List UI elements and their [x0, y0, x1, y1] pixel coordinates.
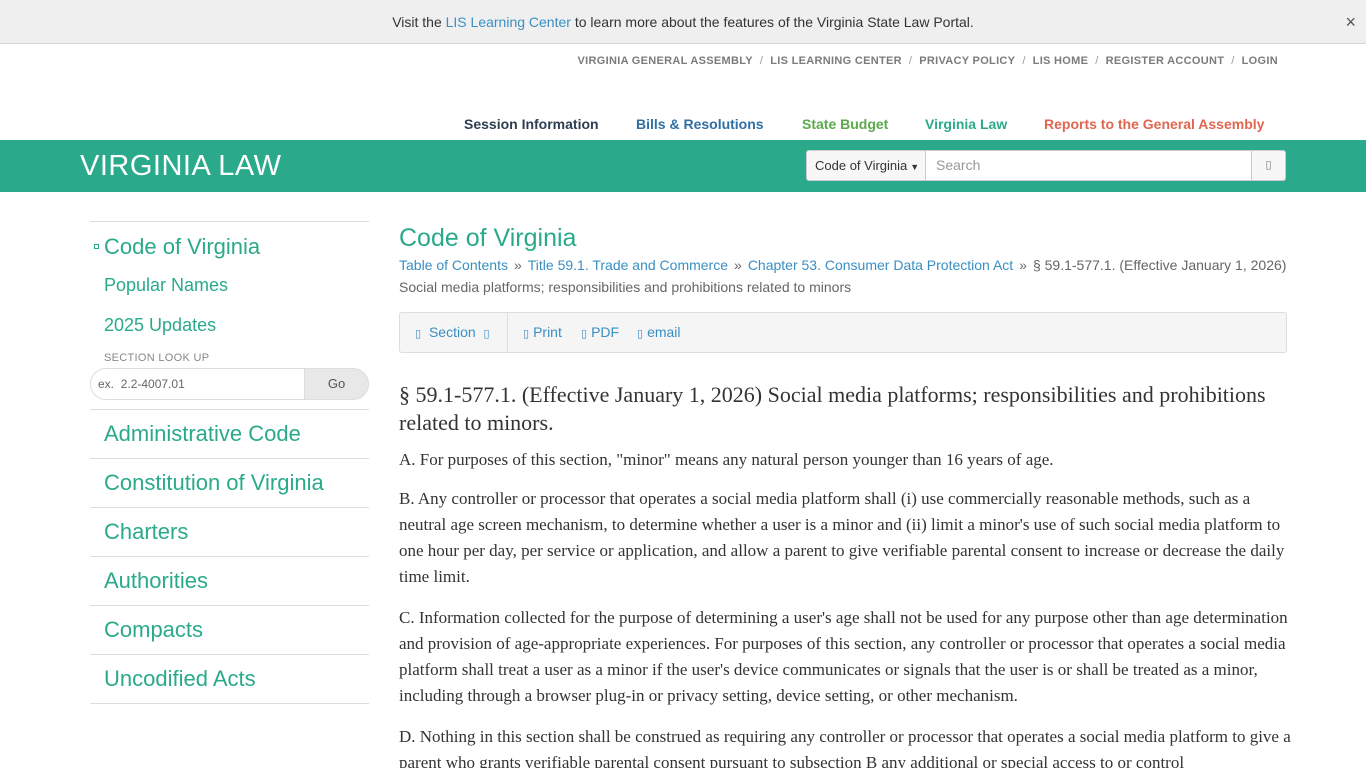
pdf-icon: ▯: [581, 328, 588, 340]
site-header: VIRGINIA LAW Code of Virginia ▼ Search ▯: [0, 140, 1366, 192]
email-button[interactable]: ▯ email: [637, 313, 681, 354]
email-icon: ▯: [637, 328, 644, 340]
sidebar-item-code-of-virginia[interactable]: Code of Virginia: [90, 222, 369, 270]
page-title: Code of Virginia: [399, 224, 577, 252]
search-input[interactable]: Search: [926, 150, 1252, 181]
sidebar-item-popular-names[interactable]: Popular Names: [90, 270, 369, 310]
breadcrumb-chapter-53[interactable]: Chapter 53. Consumer Data Protection Act: [748, 257, 1013, 273]
sidebar-item-administrative-code[interactable]: Administrative Code: [90, 410, 369, 459]
code-list: Administrative Code Constitution of Virg…: [90, 409, 369, 704]
section-title: § 59.1-577.1. (Effective January 1, 2026…: [399, 382, 1266, 435]
lis-learning-center-link[interactable]: LIS Learning Center: [446, 14, 571, 30]
utility-link-general-assembly[interactable]: VIRGINIA GENERAL ASSEMBLY: [578, 55, 753, 67]
sidebar: Code of Virginia Popular Names 2025 Upda…: [90, 221, 369, 704]
section-toolbar: ▯ Section ▯ ▯ Print ▯ PDF ▯ email: [399, 312, 1287, 353]
pdf-button[interactable]: ▯ PDF: [581, 313, 619, 354]
utility-link-register[interactable]: REGISTER ACCOUNT: [1106, 55, 1225, 67]
utility-link-login[interactable]: LOGIN: [1242, 55, 1278, 67]
section-lookup-title: SECTION LOOK UP: [104, 352, 210, 364]
print-icon: ▯: [523, 328, 530, 340]
breadcrumb: Table of Contents» Title 59.1. Trade and …: [399, 257, 1287, 295]
utility-link-lis-home[interactable]: LIS HOME: [1033, 55, 1089, 67]
search-icon: ▯: [1265, 159, 1272, 171]
nav-reports[interactable]: Reports to the General Assembly: [1044, 116, 1264, 132]
search-scope-select[interactable]: Code of Virginia ▼: [806, 150, 926, 181]
section-dropdown[interactable]: ▯ Section ▯: [415, 313, 494, 354]
section-lookup: ex. 2.2-4007.01 Go: [90, 368, 369, 400]
sidebar-item-compacts[interactable]: Compacts: [90, 606, 369, 655]
caret-down-icon: ▼: [910, 162, 920, 172]
site-brand[interactable]: VIRGINIA LAW: [80, 150, 282, 183]
main-content: Code of Virginia Table of Contents» Title…: [399, 221, 1299, 768]
sidebar-item-constitution[interactable]: Constitution of Virginia: [90, 459, 369, 508]
utility-nav: VIRGINIA GENERAL ASSEMBLY / LIS LEARNING C…: [577, 55, 1278, 67]
breadcrumb-table-of-contents[interactable]: Table of Contents: [399, 257, 508, 273]
notice-prefix: Visit the: [392, 14, 446, 30]
section-lookup-input[interactable]: ex. 2.2-4007.01: [90, 368, 305, 400]
nav-session-information[interactable]: Session Information: [464, 116, 599, 132]
search-group: Code of Virginia ▼ Search ▯: [806, 150, 1286, 181]
toolbar-divider: [507, 313, 508, 352]
paragraph-a: A. For purposes of this section, "minor"…: [399, 450, 1054, 469]
sidebar-item-uncodified-acts[interactable]: Uncodified Acts: [90, 655, 369, 704]
section-icon: ▯: [415, 328, 422, 340]
utility-link-privacy-policy[interactable]: PRIVACY POLICY: [919, 55, 1015, 67]
paragraph-c: C. Information collected for the purpose…: [399, 608, 1288, 705]
notice-banner: Visit the LIS Learning Center to learn m…: [0, 0, 1366, 44]
notice-suffix: to learn more about the features of the …: [570, 14, 974, 30]
dropdown-icon: ▯: [483, 328, 490, 340]
nav-bills-resolutions[interactable]: Bills & Resolutions: [636, 116, 764, 132]
nav-virginia-law[interactable]: Virginia Law: [925, 116, 1007, 132]
sidebar-item-authorities[interactable]: Authorities: [90, 557, 369, 606]
square-bullet-icon: [94, 244, 99, 249]
search-button[interactable]: ▯: [1252, 150, 1286, 181]
paragraph-b: B. Any controller or processor that oper…: [399, 489, 1285, 586]
sidebar-item-charters[interactable]: Charters: [90, 508, 369, 557]
close-icon[interactable]: ×: [1345, 0, 1356, 44]
breadcrumb-title-59-1[interactable]: Title 59.1. Trade and Commerce: [528, 257, 728, 273]
section-lookup-go-button[interactable]: Go: [304, 368, 369, 400]
sidebar-current-label: Code of Virginia: [104, 234, 261, 259]
utility-link-learning-center[interactable]: LIS LEARNING CENTER: [770, 55, 902, 67]
print-button[interactable]: ▯ Print: [523, 313, 562, 354]
nav-state-budget[interactable]: State Budget: [802, 116, 888, 132]
paragraph-d: D. Nothing in this section shall be cons…: [399, 727, 1291, 768]
sidebar-item-2025-updates[interactable]: 2025 Updates: [90, 310, 369, 350]
